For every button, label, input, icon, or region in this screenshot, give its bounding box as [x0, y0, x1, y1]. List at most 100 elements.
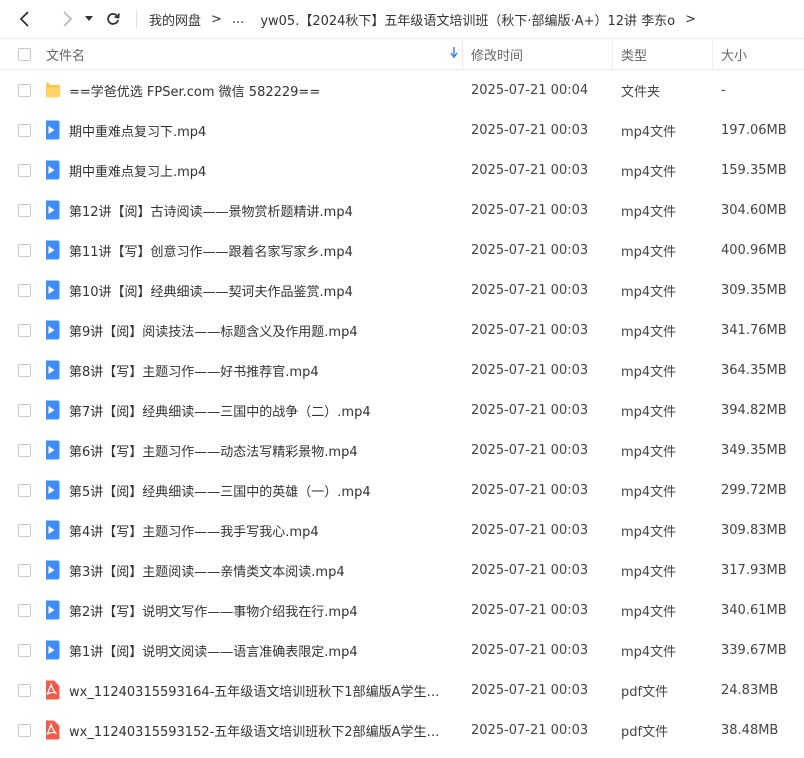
file-name[interactable]: 第1讲【阅】说明文阅读——语言准确表限定.mp4: [69, 641, 358, 660]
row-checkbox[interactable]: [17, 323, 31, 337]
file-name-cell[interactable]: wx_11240315593152-五年级语文培训班秋下2部编版A学生用书爱豆.…: [46, 720, 463, 740]
modified-time: 2025-07-21 00:03: [471, 322, 589, 338]
row-checkbox-cell: [0, 83, 46, 97]
file-name[interactable]: 第11讲【写】创意习作——跟着名家写家乡.mp4: [69, 241, 353, 260]
file-size: 339.67MB: [721, 642, 787, 658]
file-type: mp4文件: [621, 484, 677, 500]
file-name-cell[interactable]: 第2讲【写】说明文写作——事物介绍我在行.mp4: [46, 600, 463, 620]
file-name-cell[interactable]: 第3讲【阅】主题阅读——亲情类文本阅读.mp4: [46, 560, 463, 580]
select-all-cell: [0, 47, 46, 61]
file-name[interactable]: 第3讲【阅】主题阅读——亲情类文本阅读.mp4: [69, 561, 345, 580]
row-checkbox[interactable]: [17, 243, 31, 257]
table-row[interactable]: 第7讲【阅】经典细读——三国中的战争（二）.mp4 2025-07-21 00:0…: [0, 390, 804, 430]
file-size: 309.35MB: [721, 282, 787, 298]
file-name[interactable]: wx_11240315593164-五年级语文培训班秋下1部编版A学生用书爱豆.…: [69, 681, 449, 700]
video-icon: [46, 520, 61, 540]
modified-time: 2025-07-21 00:03: [471, 722, 589, 738]
forward-button[interactable]: [54, 6, 80, 32]
table-row[interactable]: 第3讲【阅】主题阅读——亲情类文本阅读.mp4 2025-07-21 00:03 m…: [0, 550, 804, 590]
row-checkbox[interactable]: [17, 443, 31, 457]
row-checkbox[interactable]: [17, 643, 31, 657]
file-name[interactable]: wx_11240315593152-五年级语文培训班秋下2部编版A学生用书爱豆.…: [69, 721, 449, 740]
file-name-cell[interactable]: 第11讲【写】创意习作——跟着名家写家乡.mp4: [46, 240, 463, 260]
table-row[interactable]: 第11讲【写】创意习作——跟着名家写家乡.mp4 2025-07-21 00:03…: [0, 230, 804, 270]
row-checkbox[interactable]: [17, 683, 31, 697]
file-name-cell[interactable]: 第1讲【阅】说明文阅读——语言准确表限定.mp4: [46, 640, 463, 660]
file-type: 文件夹: [621, 84, 661, 100]
file-name[interactable]: 期中重难点复习下.mp4: [69, 121, 206, 140]
file-name-cell[interactable]: 第6讲【写】主题习作——动态法写精彩景物.mp4: [46, 440, 463, 460]
file-name-cell[interactable]: 期中重难点复习上.mp4: [46, 160, 463, 180]
file-type: mp4文件: [621, 404, 677, 420]
column-header-type[interactable]: 类型: [613, 39, 713, 69]
file-size: 394.82MB: [721, 402, 787, 418]
table-row[interactable]: 第6讲【写】主题习作——动态法写精彩景物.mp4 2025-07-21 00:03…: [0, 430, 804, 470]
file-name-cell[interactable]: 第12讲【阅】古诗阅读——景物赏析题精讲.mp4: [46, 200, 463, 220]
column-header-size[interactable]: 大小: [713, 39, 804, 69]
table-row[interactable]: 第2讲【写】说明文写作——事物介绍我在行.mp4 2025-07-21 00:03…: [0, 590, 804, 630]
refresh-icon: [107, 13, 120, 25]
file-name[interactable]: 第9讲【阅】阅读技法——标题含义及作用题.mp4: [69, 321, 358, 340]
file-name[interactable]: 期中重难点复习上.mp4: [69, 161, 206, 180]
file-name-cell[interactable]: 第7讲【阅】经典细读——三国中的战争（二）.mp4: [46, 400, 463, 420]
table-row[interactable]: 第5讲【阅】经典细读——三国中的英雄（一）.mp4 2025-07-21 00:0…: [0, 470, 804, 510]
column-header-time[interactable]: 修改时间: [463, 39, 613, 69]
row-checkbox-cell: [0, 123, 46, 137]
file-name[interactable]: 第4讲【写】主题习作——我手写我心.mp4: [69, 521, 319, 540]
row-checkbox[interactable]: [17, 603, 31, 617]
select-all-checkbox[interactable]: [17, 47, 31, 61]
file-name-cell[interactable]: wx_11240315593164-五年级语文培训班秋下1部编版A学生用书爱豆.…: [46, 680, 463, 700]
table-row[interactable]: 期中重难点复习上.mp4 2025-07-21 00:03 mp4文件 159.35M…: [0, 150, 804, 190]
sort-down-icon[interactable]: [450, 46, 458, 62]
column-header-name[interactable]: 文件名: [46, 39, 463, 69]
file-name-cell[interactable]: 第9讲【阅】阅读技法——标题含义及作用题.mp4: [46, 320, 463, 340]
breadcrumb-expand-icon[interactable]: >: [685, 12, 696, 27]
file-name[interactable]: 第12讲【阅】古诗阅读——景物赏析题精讲.mp4: [69, 201, 353, 220]
history-dropdown-button[interactable]: [82, 6, 96, 32]
refresh-button[interactable]: [100, 6, 126, 32]
file-name-cell[interactable]: 第5讲【阅】经典细读——三国中的英雄（一）.mp4: [46, 480, 463, 500]
file-name[interactable]: 第2讲【写】说明文写作——事物介绍我在行.mp4: [69, 601, 358, 620]
file-name[interactable]: 第10讲【阅】经典细读——契诃夫作品鉴赏.mp4: [69, 281, 353, 300]
table-row[interactable]: 第10讲【阅】经典细读——契诃夫作品鉴赏.mp4 2025-07-21 00:03…: [0, 270, 804, 310]
row-checkbox[interactable]: [17, 563, 31, 577]
row-checkbox[interactable]: [17, 403, 31, 417]
file-name-cell[interactable]: 第8讲【写】主题习作——好书推荐官.mp4: [46, 360, 463, 380]
row-checkbox[interactable]: [17, 283, 31, 297]
table-row[interactable]: wx_11240315593164-五年级语文培训班秋下1部编版A学生用书爱豆.…: [0, 670, 804, 710]
file-name[interactable]: 第7讲【阅】经典细读——三国中的战争（二）.mp4: [69, 401, 371, 420]
table-row[interactable]: ==学爸优选 FPSer.com 微信 582229== 2025-07-21 0…: [0, 70, 804, 110]
row-checkbox[interactable]: [17, 203, 31, 217]
breadcrumb-root[interactable]: 我的网盘: [149, 10, 201, 29]
file-name[interactable]: 第6讲【写】主题习作——动态法写精彩景物.mp4: [69, 441, 358, 460]
breadcrumb-current[interactable]: yw05.【2024秋下】五年级语文培训班（秋下·部编版·A+）12讲 李东o: [260, 10, 675, 29]
table-row[interactable]: 期中重难点复习下.mp4 2025-07-21 00:03 mp4文件 197.06M…: [0, 110, 804, 150]
video-icon: [46, 200, 61, 220]
back-button[interactable]: [12, 6, 38, 32]
file-name-cell[interactable]: 第4讲【写】主题习作——我手写我心.mp4: [46, 520, 463, 540]
file-name-cell[interactable]: 第10讲【阅】经典细读——契诃夫作品鉴赏.mp4: [46, 280, 463, 300]
breadcrumb-ellipsis[interactable]: ...: [232, 12, 244, 27]
file-name-cell[interactable]: 期中重难点复习下.mp4: [46, 120, 463, 140]
table-row[interactable]: 第12讲【阅】古诗阅读——景物赏析题精讲.mp4 2025-07-21 00:03…: [0, 190, 804, 230]
row-checkbox[interactable]: [17, 123, 31, 137]
row-checkbox[interactable]: [17, 363, 31, 377]
chevron-right-icon: [63, 11, 73, 27]
table-row[interactable]: 第8讲【写】主题习作——好书推荐官.mp4 2025-07-21 00:03 mp4…: [0, 350, 804, 390]
row-checkbox[interactable]: [17, 163, 31, 177]
file-name[interactable]: ==学爸优选 FPSer.com 微信 582229==: [69, 81, 320, 100]
table-row[interactable]: 第4讲【写】主题习作——我手写我心.mp4 2025-07-21 00:03 mp4…: [0, 510, 804, 550]
file-name[interactable]: 第8讲【写】主题习作——好书推荐官.mp4: [69, 361, 319, 380]
row-checkbox[interactable]: [17, 483, 31, 497]
table-row[interactable]: wx_11240315593152-五年级语文培训班秋下2部编版A学生用书爱豆.…: [0, 710, 804, 750]
file-size: 364.35MB: [721, 362, 787, 378]
table-row[interactable]: 第1讲【阅】说明文阅读——语言准确表限定.mp4 2025-07-21 00:03…: [0, 630, 804, 670]
modified-time: 2025-07-21 00:03: [471, 562, 589, 578]
modified-time: 2025-07-21 00:03: [471, 242, 589, 258]
row-checkbox[interactable]: [17, 83, 31, 97]
table-row[interactable]: 第9讲【阅】阅读技法——标题含义及作用题.mp4 2025-07-21 00:03…: [0, 310, 804, 350]
row-checkbox[interactable]: [17, 523, 31, 537]
row-checkbox[interactable]: [17, 723, 31, 737]
file-name-cell[interactable]: ==学爸优选 FPSer.com 微信 582229==: [46, 80, 463, 100]
file-name[interactable]: 第5讲【阅】经典细读——三国中的英雄（一）.mp4: [69, 481, 371, 500]
